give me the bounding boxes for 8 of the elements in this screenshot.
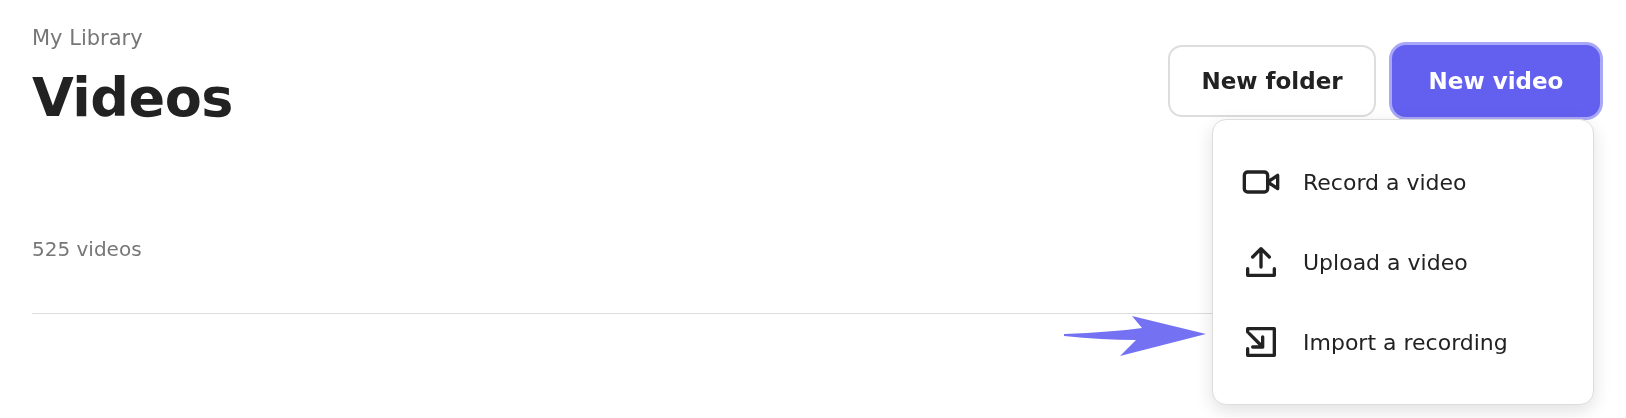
menu-item[interactable]: Import a recording [1213,302,1593,382]
breadcrumb[interactable]: My Library [32,26,233,50]
page-title: Videos [32,66,233,129]
new-video-button[interactable]: New video [1392,45,1600,117]
video-count: 525 videos [32,237,143,261]
menu-item[interactable]: Upload a video [1213,222,1593,302]
menu-item[interactable]: Record a video [1213,142,1593,222]
new-folder-button[interactable]: New folder [1168,45,1376,117]
